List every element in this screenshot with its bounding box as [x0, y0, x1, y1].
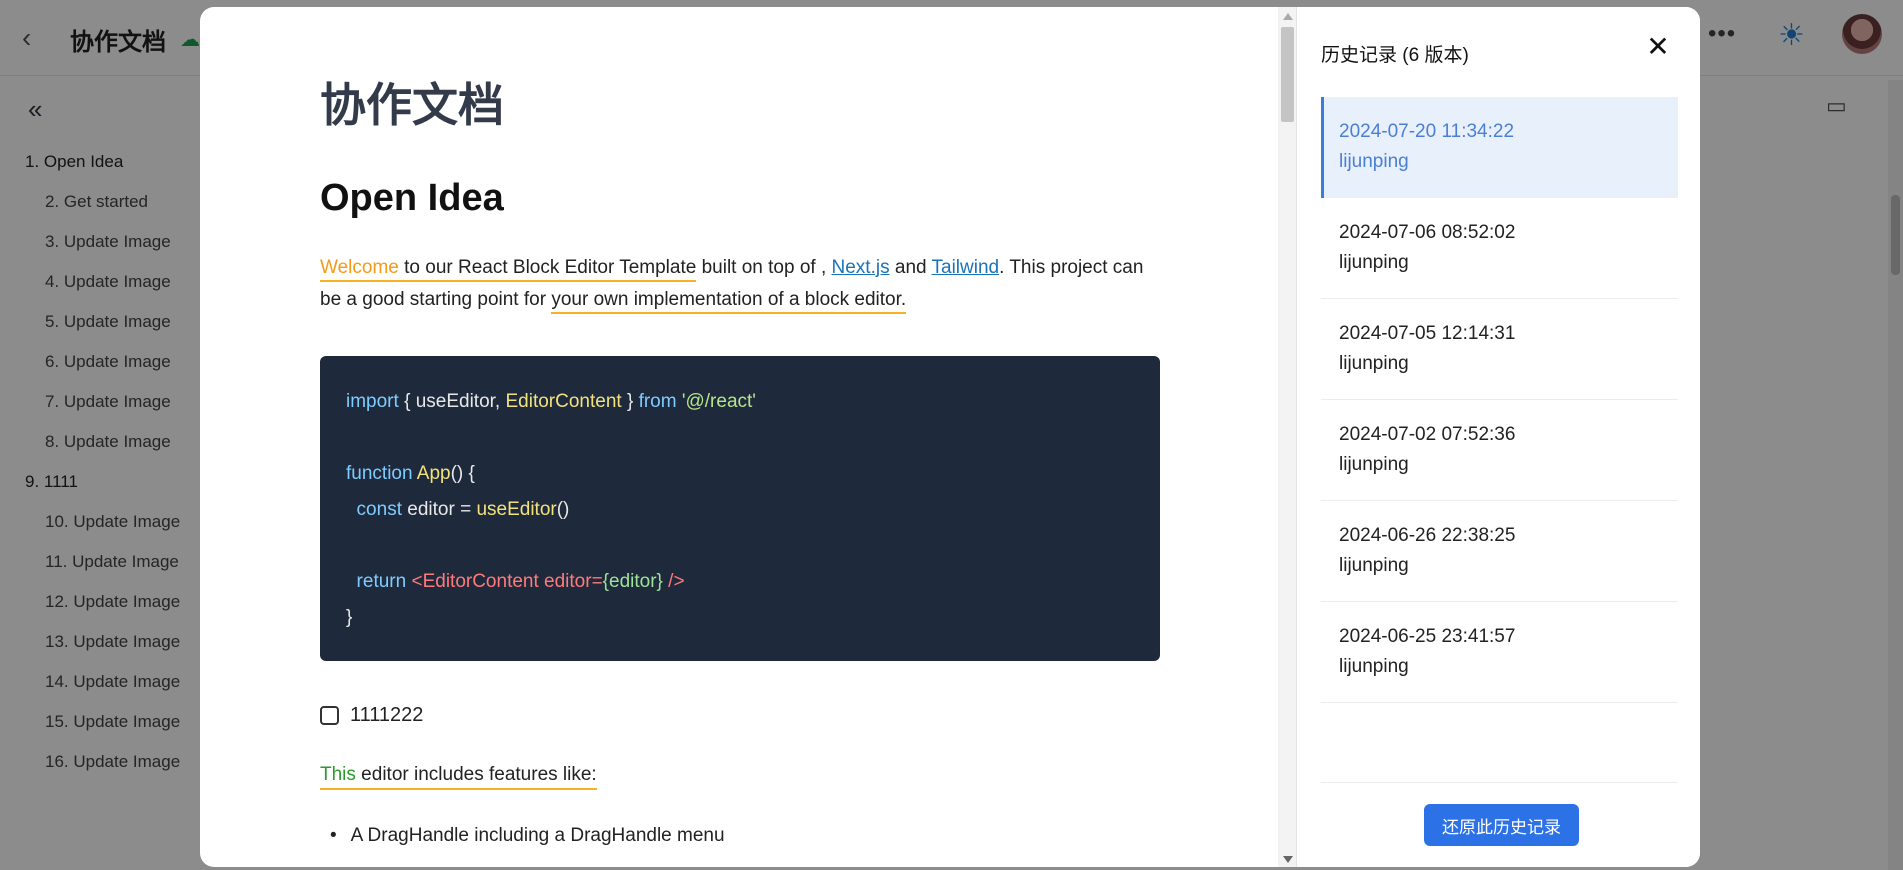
restore-history-button[interactable]: 还原此历史记录 [1424, 804, 1579, 846]
history-version-item[interactable]: 2024-06-25 23:41:57 lijunping [1321, 602, 1678, 703]
version-author: lijunping [1339, 252, 1409, 273]
version-author: lijunping [1339, 555, 1409, 576]
history-version-item[interactable]: 2024-07-20 11:34:22 lijunping [1321, 97, 1678, 198]
highlight-welcome: Welcome to our React Block Editor Templa… [320, 257, 697, 282]
history-version-item[interactable]: 2024-07-06 08:52:02 lijunping [1321, 198, 1678, 299]
document-scrollbar[interactable] [1278, 7, 1297, 867]
document-preview: 协作文档 Open Idea Welcome to our React Bloc… [200, 7, 1280, 867]
code-line-2: function App() { [346, 463, 475, 484]
history-version-item[interactable]: 2024-07-02 07:52:36 lijunping [1321, 400, 1678, 501]
version-timestamp: 2024-07-20 11:34:22 [1339, 121, 1515, 142]
version-timestamp: 2024-06-26 22:38:25 [1339, 525, 1516, 546]
version-author: lijunping [1339, 656, 1409, 677]
version-author: lijunping [1339, 353, 1409, 374]
code-line-5: } [346, 607, 353, 628]
history-list: 2024-07-20 11:34:22 lijunping 2024-07-06 0… [1321, 97, 1678, 703]
code-line-1: import { useEditor, EditorContent } from… [346, 391, 756, 412]
history-version-item[interactable]: 2024-06-26 22:38:25 lijunping [1321, 501, 1678, 602]
task-item: 1111222 [320, 704, 423, 727]
link-tailwind[interactable]: Tailwind [932, 257, 1000, 278]
heading-open-idea: Open Idea [320, 177, 504, 219]
task-label: 1111222 [350, 704, 424, 726]
history-version-item[interactable]: 2024-07-05 12:14:31 lijunping [1321, 299, 1678, 400]
code-block: import { useEditor, EditorContent } from… [320, 356, 1160, 661]
link-nextjs[interactable]: Next.js [832, 257, 890, 278]
history-title: 历史记录 (6 版本) [1321, 45, 1469, 66]
code-line-3: const editor = useEditor() [346, 499, 570, 520]
task-checkbox[interactable] [320, 706, 339, 725]
scroll-up-arrow-icon[interactable] [1283, 13, 1293, 20]
features-paragraph: This editor includes features like: [320, 764, 597, 790]
close-icon[interactable]: ✕ [1642, 31, 1674, 63]
version-author: lijunping [1339, 151, 1409, 172]
version-timestamp: 2024-06-25 23:41:57 [1339, 626, 1516, 647]
intro-paragraph: Welcome to our React Block Editor Templa… [320, 252, 1160, 316]
history-footer: 还原此历史记录 [1321, 782, 1678, 867]
list-item: A DragHandle including a DragHandle menu [330, 825, 725, 847]
version-author: lijunping [1339, 454, 1409, 475]
version-timestamp: 2024-07-02 07:52:36 [1339, 424, 1516, 445]
document-title: 协作文档 [320, 79, 504, 131]
history-panel: 历史记录 (6 版本) ✕ 2024-07-20 11:34:22 lijunpi… [1297, 7, 1700, 867]
scroll-down-arrow-icon[interactable] [1283, 856, 1293, 863]
version-timestamp: 2024-07-06 08:52:02 [1339, 222, 1516, 243]
highlight-implementation: your own implementation of a block edito… [551, 289, 907, 314]
document-scrollbar-thumb[interactable] [1281, 27, 1294, 122]
code-line-4: return <EditorContent editor={editor} /> [346, 571, 685, 592]
highlight-features: This editor includes features like: [320, 764, 597, 790]
version-timestamp: 2024-07-05 12:14:31 [1339, 323, 1516, 344]
history-modal: 协作文档 Open Idea Welcome to our React Bloc… [200, 7, 1700, 867]
